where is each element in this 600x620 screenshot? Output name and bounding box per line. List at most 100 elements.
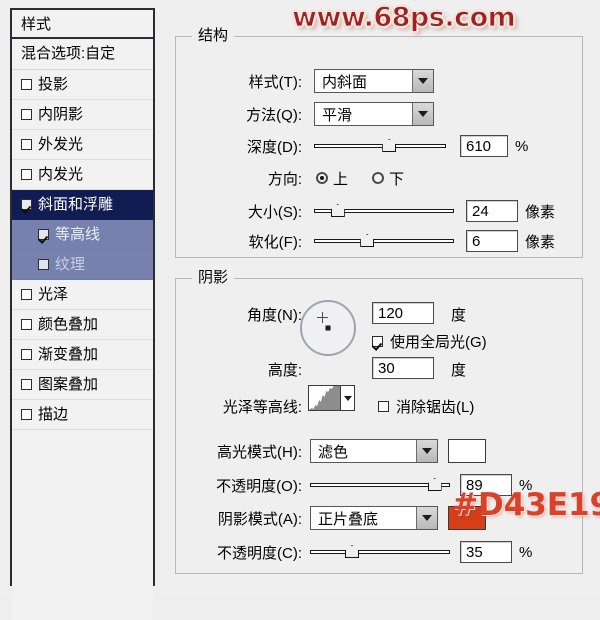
size-row: 大小(S): 24 像素: [210, 199, 590, 223]
shadow-mode-dropdown[interactable]: 正片叠底: [310, 506, 438, 530]
soften-slider-thumb[interactable]: [360, 234, 375, 247]
technique-dropdown[interactable]: 平滑: [314, 102, 434, 126]
blending-options-item[interactable]: 混合选项:自定: [12, 39, 153, 70]
soften-value: 6: [472, 232, 481, 250]
fx-item-texture[interactable]: 纹理: [12, 250, 153, 280]
fx-item-inner-shadow[interactable]: 内阴影: [12, 100, 153, 130]
styles-panel: 样式 混合选项:自定 投影 内阴影 外发光 内发光 斜面和浮雕 等高线 纹理 光…: [10, 8, 155, 620]
fx-item-gradient-overlay[interactable]: 渐变叠加: [12, 340, 153, 370]
altitude-unit: 度: [451, 362, 467, 379]
size-label: 大小(S):: [247, 203, 302, 221]
checkbox-anti-alias[interactable]: [378, 401, 389, 412]
fx-item-inner-glow[interactable]: 内发光: [12, 160, 153, 190]
direction-up-option[interactable]: 上: [316, 168, 348, 189]
gloss-contour-picker[interactable]: [308, 385, 355, 411]
angle-dial-face[interactable]: [300, 300, 356, 356]
use-global-light-option[interactable]: 使用全局光(G): [372, 331, 487, 352]
fx-item-satin[interactable]: 光泽: [12, 280, 153, 310]
fx-item-bevel-and-emboss[interactable]: 斜面和浮雕: [12, 190, 153, 220]
fx-label: 光泽: [38, 286, 69, 303]
highlight-opacity-slider[interactable]: [310, 477, 450, 493]
chevron-down-icon[interactable]: [416, 507, 437, 529]
shadow-opacity-label: 不透明度(C):: [217, 544, 302, 562]
style-row: 样式(T): 内斜面: [210, 68, 540, 94]
chevron-down-icon[interactable]: [412, 103, 433, 125]
shadow-opacity-value-field[interactable]: 35: [460, 541, 512, 563]
chevron-down-icon[interactable]: [412, 70, 433, 92]
shadow-opacity-slider[interactable]: [310, 544, 450, 560]
soften-value-field[interactable]: 6: [466, 230, 518, 252]
soften-slider[interactable]: [314, 233, 454, 249]
checkbox-color-overlay[interactable]: [21, 319, 32, 330]
depth-value-field[interactable]: 610: [460, 135, 508, 157]
angle-dial-handle[interactable]: [325, 325, 331, 331]
fx-item-outer-glow[interactable]: 外发光: [12, 130, 153, 160]
highlight-color-swatch[interactable]: [448, 439, 486, 463]
gloss-contour-label: 光泽等高线:: [222, 398, 302, 416]
size-value-field[interactable]: 24: [466, 200, 518, 222]
checkbox-use-global-light[interactable]: [372, 336, 383, 347]
depth-label: 深度(D):: [247, 138, 302, 156]
depth-slider-track[interactable]: [314, 144, 446, 148]
direction-down-option[interactable]: 下: [372, 168, 404, 189]
checkbox-drop-shadow[interactable]: [21, 79, 32, 90]
shadow-color-swatch[interactable]: [448, 506, 486, 530]
highlight-mode-label: 高光模式(H):: [217, 443, 302, 461]
highlight-opacity-value-field[interactable]: 89: [460, 474, 512, 496]
radio-direction-down[interactable]: [372, 172, 385, 184]
soften-row: 软化(F): 6 像素: [210, 229, 590, 253]
fx-label: 纹理: [55, 256, 86, 273]
technique-label: 方法(Q):: [246, 106, 302, 124]
fx-item-pattern-overlay[interactable]: 图案叠加: [12, 370, 153, 400]
style-value: 内斜面: [322, 73, 368, 91]
chevron-down-icon[interactable]: [340, 386, 354, 410]
highlight-opacity-label: 不透明度(O):: [216, 477, 302, 495]
highlight-opacity-slider-thumb[interactable]: [427, 478, 442, 491]
fx-label: 内发光: [38, 166, 84, 183]
checkbox-outer-glow[interactable]: [21, 139, 32, 150]
highlight-mode-dropdown[interactable]: 滤色: [310, 439, 438, 463]
chevron-down-icon[interactable]: [416, 440, 437, 462]
soften-slider-track[interactable]: [314, 239, 454, 243]
angle-dial[interactable]: [300, 300, 356, 356]
checkbox-inner-shadow[interactable]: [21, 109, 32, 120]
checkbox-pattern-overlay[interactable]: [21, 379, 32, 390]
fx-label: 内阴影: [38, 106, 84, 123]
fx-label: 外发光: [38, 136, 84, 153]
altitude-value-field[interactable]: 30: [372, 357, 434, 379]
shadow-opacity-slider-thumb[interactable]: [345, 545, 359, 558]
fx-item-color-overlay[interactable]: 颜色叠加: [12, 310, 153, 340]
styles-panel-empty-space: [12, 430, 153, 620]
depth-value: 610: [466, 137, 492, 155]
size-slider-thumb[interactable]: [330, 204, 345, 217]
style-label: 样式(T):: [248, 73, 302, 91]
radio-direction-up[interactable]: [316, 172, 328, 184]
highlight-mode-row: 高光模式(H): 滤色: [192, 438, 552, 464]
size-value: 24: [472, 202, 489, 220]
checkbox-stroke[interactable]: [21, 409, 32, 420]
angle-unit: 度: [451, 307, 467, 324]
checkbox-inner-glow[interactable]: [21, 169, 32, 180]
fx-item-contour[interactable]: 等高线: [12, 220, 153, 250]
checkbox-contour[interactable]: [38, 229, 49, 240]
contour-curve-preview: [309, 386, 340, 410]
fx-label: 等高线: [55, 226, 101, 243]
layer-style-dialog: www.68ps.com 样式 混合选项:自定 投影 内阴影 外发光 内发光 斜…: [0, 0, 600, 620]
shadow-mode-value: 正片叠底: [318, 510, 379, 528]
anti-alias-option[interactable]: 消除锯齿(L): [378, 396, 474, 417]
shadow-opacity-slider-track[interactable]: [310, 550, 450, 554]
style-dropdown[interactable]: 内斜面: [314, 69, 434, 93]
checkbox-gradient-overlay[interactable]: [21, 349, 32, 360]
checkbox-texture[interactable]: [38, 259, 49, 270]
checkbox-satin[interactable]: [21, 289, 32, 300]
checkbox-bevel-and-emboss[interactable]: [21, 199, 32, 210]
depth-slider-thumb[interactable]: [382, 139, 397, 152]
fx-item-drop-shadow[interactable]: 投影: [12, 70, 153, 100]
direction-up-label: 上: [333, 170, 349, 188]
depth-slider[interactable]: [314, 138, 446, 154]
fx-item-stroke[interactable]: 描边: [12, 400, 153, 430]
angle-value-field[interactable]: 120: [372, 302, 434, 324]
size-slider[interactable]: [314, 203, 454, 219]
highlight-opacity-value: 89: [466, 476, 483, 494]
shadow-mode-label: 阴影模式(A):: [217, 510, 302, 528]
